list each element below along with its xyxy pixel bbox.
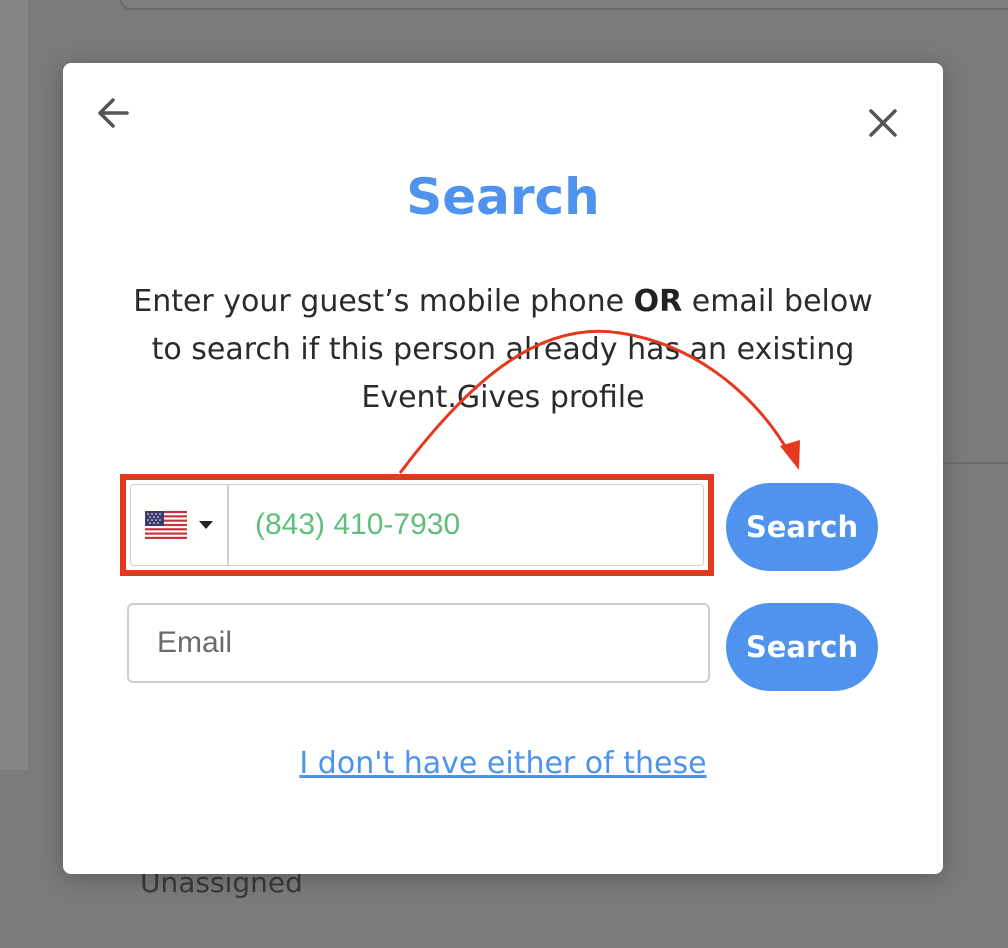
background-divider: [943, 462, 1008, 464]
phone-input[interactable]: [229, 485, 703, 565]
instructions-bold: OR: [633, 284, 683, 319]
caret-down-icon: [199, 521, 213, 529]
background-side-panel: [0, 0, 28, 770]
us-flag-icon: [145, 511, 187, 539]
no-contact-info-link[interactable]: I don't have either of these: [63, 746, 943, 781]
email-input[interactable]: [127, 603, 710, 683]
close-button[interactable]: [863, 103, 903, 143]
back-button[interactable]: [93, 93, 133, 133]
modal-title: Search: [406, 168, 600, 226]
instructions-part-1: Enter your guest’s mobile phone: [133, 284, 634, 319]
close-icon: [869, 109, 897, 137]
search-guest-modal: Search Enter your guest’s mobile phone O…: [63, 63, 943, 874]
arrow-left-icon: [98, 98, 129, 128]
phone-field: [130, 484, 704, 566]
background-card: [120, 0, 1008, 10]
instructions-text: Enter your guest’s mobile phone OR email…: [133, 278, 873, 422]
phone-search-button[interactable]: Search: [726, 483, 878, 571]
country-code-select[interactable]: [131, 485, 229, 565]
email-search-button[interactable]: Search: [726, 603, 878, 691]
